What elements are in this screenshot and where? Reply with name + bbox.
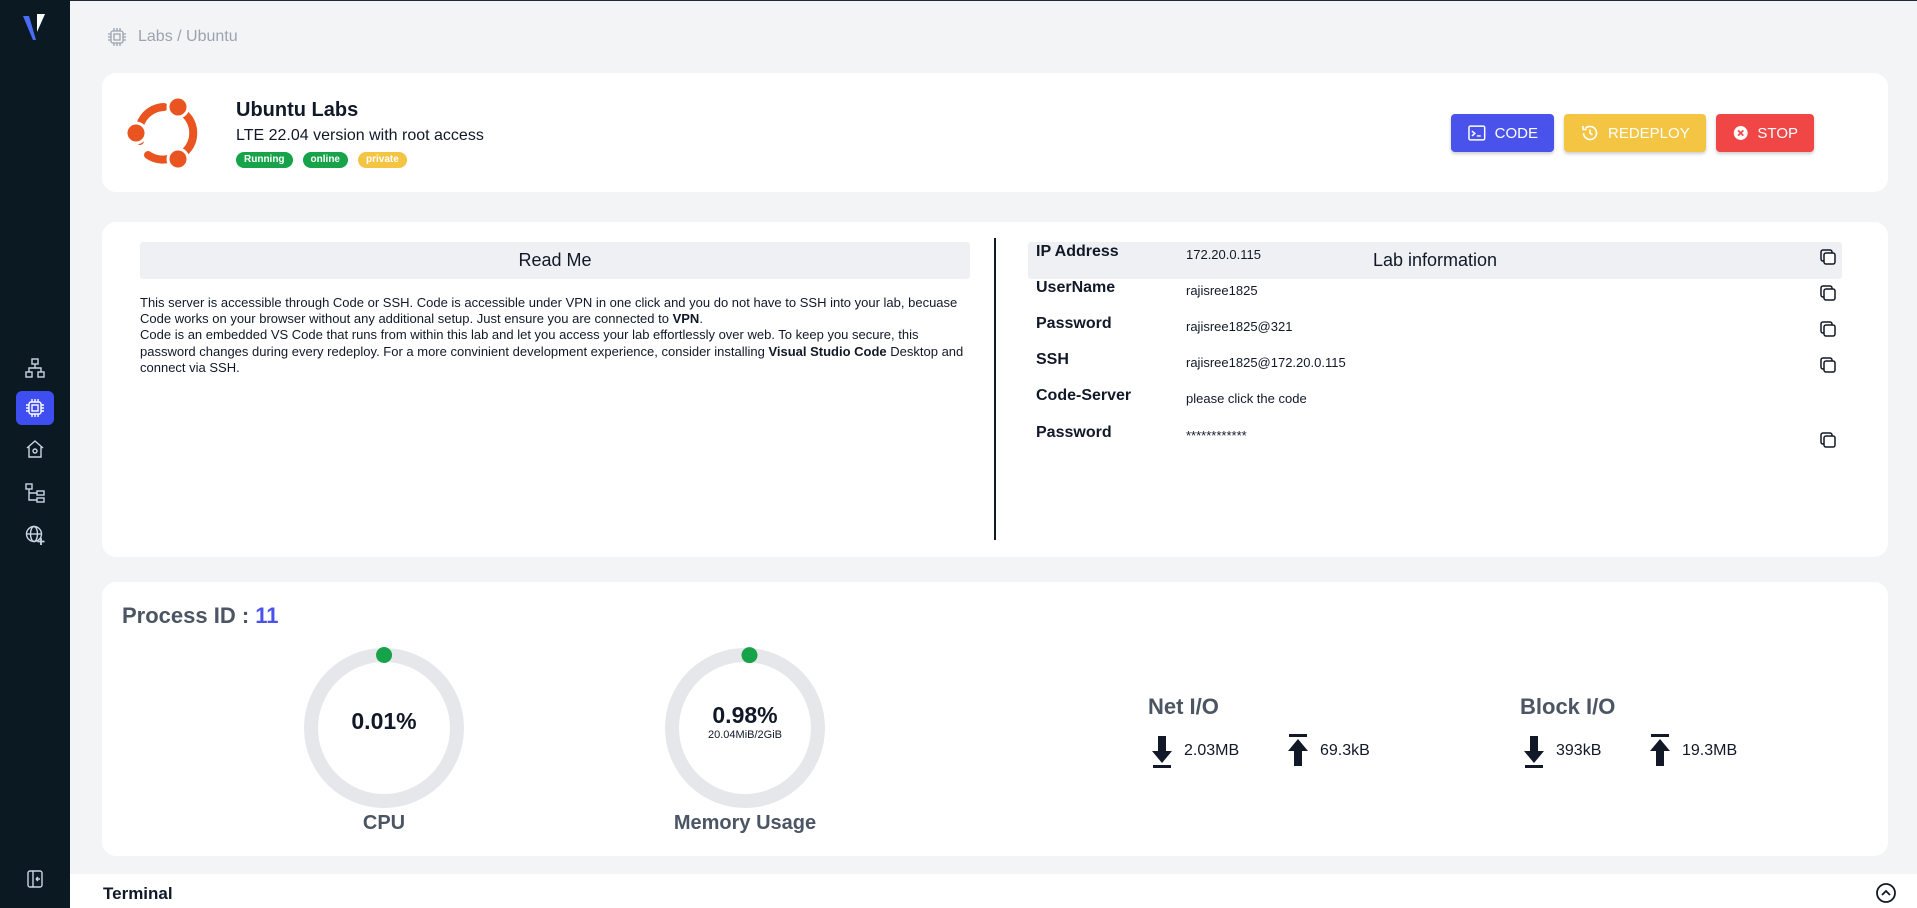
info-value[interactable]: ************ — [1186, 428, 1247, 443]
history-icon — [1582, 125, 1598, 141]
process-id-label: Process ID : — [122, 603, 256, 628]
process-id-value: 11 — [255, 603, 279, 628]
info-value[interactable]: rajisree1825@172.20.0.115 — [1186, 355, 1346, 370]
readme-text: This server is accessible through Code o… — [140, 295, 972, 376]
readme-paragraph-1: This server is accessible through Code o… — [140, 295, 958, 327]
stop-button[interactable]: STOP — [1716, 114, 1814, 152]
info-label: Password — [1036, 315, 1112, 332]
sidebar-item-labs[interactable] — [16, 391, 54, 425]
download-arrow-icon — [1152, 736, 1172, 768]
top-border — [70, 0, 1917, 1]
logout-icon — [27, 870, 43, 888]
block-io-down: 393kB — [1522, 734, 1601, 768]
logo[interactable] — [21, 12, 49, 42]
info-row-ssh: SSH rajisree1825@172.20.0.115 — [1036, 351, 1836, 381]
memory-gauge-indicator — [741, 647, 758, 664]
readme-vscode-text: Visual Studio Code — [768, 343, 887, 359]
cpu-value: 0.01% — [351, 708, 417, 734]
upload-arrow-icon — [1650, 734, 1670, 766]
sidebar — [0, 0, 70, 908]
block-io-title: Block I/O — [1520, 694, 1616, 719]
block-io-down-value: 393kB — [1556, 742, 1602, 759]
info-row-code-server: Code-Server please click the code — [1036, 387, 1836, 417]
info-value[interactable]: 172.20.0.115 — [1186, 247, 1261, 262]
terminal-icon — [1468, 125, 1486, 141]
status-badge-online: online — [302, 152, 348, 168]
info-label: Password — [1036, 424, 1112, 441]
info-value[interactable]: rajisree1825 — [1186, 283, 1258, 298]
info-row-username: UserName rajisree1825 — [1036, 279, 1836, 309]
info-label: IP Address — [1036, 243, 1119, 260]
cpu-gauge-indicator — [376, 647, 393, 663]
terminal-bar[interactable]: Terminal — [70, 874, 1917, 908]
memory-value: 0.98% — [712, 702, 778, 728]
cpu-icon — [108, 28, 126, 46]
info-value[interactable]: please click the code — [1186, 391, 1307, 406]
cpu-label: CPU — [362, 812, 406, 834]
process-card: Process ID : 11 0.01% CPU 0.98% 20.04MiB… — [102, 582, 1888, 856]
info-label: UserName — [1036, 279, 1116, 296]
status-badge-private: private — [358, 152, 407, 168]
readme-vpn-text: VPN — [672, 311, 700, 327]
code-button-label: CODE — [1494, 124, 1538, 142]
redeploy-button[interactable]: REDEPLOY — [1564, 114, 1706, 152]
info-value[interactable]: rajisree1825@321 — [1186, 319, 1292, 334]
lab-actions: CODE REDEPLOY STOP — [1451, 114, 1814, 152]
net-io-title: Net I/O — [1148, 694, 1219, 719]
breadcrumb-text[interactable]: Labs / Ubuntu — [138, 28, 238, 46]
info-row-ip-address: IP Address 172.20.0.115 — [1036, 243, 1836, 273]
process-id-title: Process ID : 11 — [122, 603, 279, 629]
net-io-up-value: 69.3kB — [1320, 742, 1370, 759]
net-io-down-value: 2.03MB — [1184, 742, 1240, 759]
download-arrow-icon — [1524, 736, 1544, 768]
sidebar-item-network[interactable] — [16, 351, 54, 385]
chevron-up-circle-icon[interactable] — [1875, 882, 1897, 904]
copy-icon[interactable] — [1818, 283, 1838, 303]
info-label: SSH — [1036, 351, 1069, 368]
memory-label: Memory Usage — [673, 812, 817, 834]
readme-heading: Read Me — [140, 242, 970, 279]
sidebar-item-home[interactable] — [16, 432, 54, 466]
ubuntu-logo — [126, 95, 198, 171]
stop-button-label: STOP — [1757, 124, 1798, 142]
network-icon — [25, 358, 45, 378]
net-io-up: 69.3kB — [1286, 734, 1370, 768]
home-icon — [26, 440, 44, 458]
readme-paragraph-1-end: . — [699, 311, 703, 327]
copy-icon[interactable] — [1818, 319, 1838, 339]
lab-title: Ubuntu Labs — [236, 99, 359, 121]
lab-info-card: Read Me This server is accessible throug… — [102, 222, 1888, 557]
block-io-up: 19.3MB — [1648, 734, 1737, 768]
sidebar-item-tree[interactable] — [16, 476, 54, 510]
copy-icon[interactable] — [1818, 247, 1838, 267]
info-label: Code-Server — [1036, 387, 1132, 404]
info-row-password: Password rajisree1825@321 — [1036, 315, 1836, 345]
tree-icon — [25, 483, 45, 503]
code-button[interactable]: CODE — [1451, 114, 1554, 152]
sidebar-item-logout[interactable] — [16, 862, 54, 896]
upload-arrow-icon — [1288, 734, 1308, 766]
globe-plus-icon — [25, 525, 45, 545]
net-io-down: 2.03MB — [1150, 734, 1239, 768]
status-badges: Running online private — [236, 152, 407, 168]
info-row-code-password: Password ************ — [1036, 424, 1836, 454]
lab-header-card: Ubuntu Labs LTE 22.04 version with root … — [102, 73, 1888, 192]
block-io-up-value: 19.3MB — [1682, 742, 1738, 759]
status-badge-running: Running — [236, 152, 293, 168]
cpu-icon — [26, 399, 44, 417]
copy-icon[interactable] — [1818, 355, 1838, 375]
terminal-label: Terminal — [103, 884, 173, 903]
lab-subtitle: LTE 22.04 version with root access — [236, 127, 484, 144]
sidebar-item-globe[interactable] — [16, 518, 54, 552]
redeploy-button-label: REDEPLOY — [1608, 124, 1690, 142]
close-circle-icon — [1733, 126, 1748, 140]
breadcrumb: Labs / Ubuntu — [106, 26, 238, 48]
section-divider — [994, 238, 996, 540]
memory-detail: 20.04MiB/2GiB — [708, 729, 782, 741]
copy-icon[interactable] — [1818, 430, 1838, 450]
